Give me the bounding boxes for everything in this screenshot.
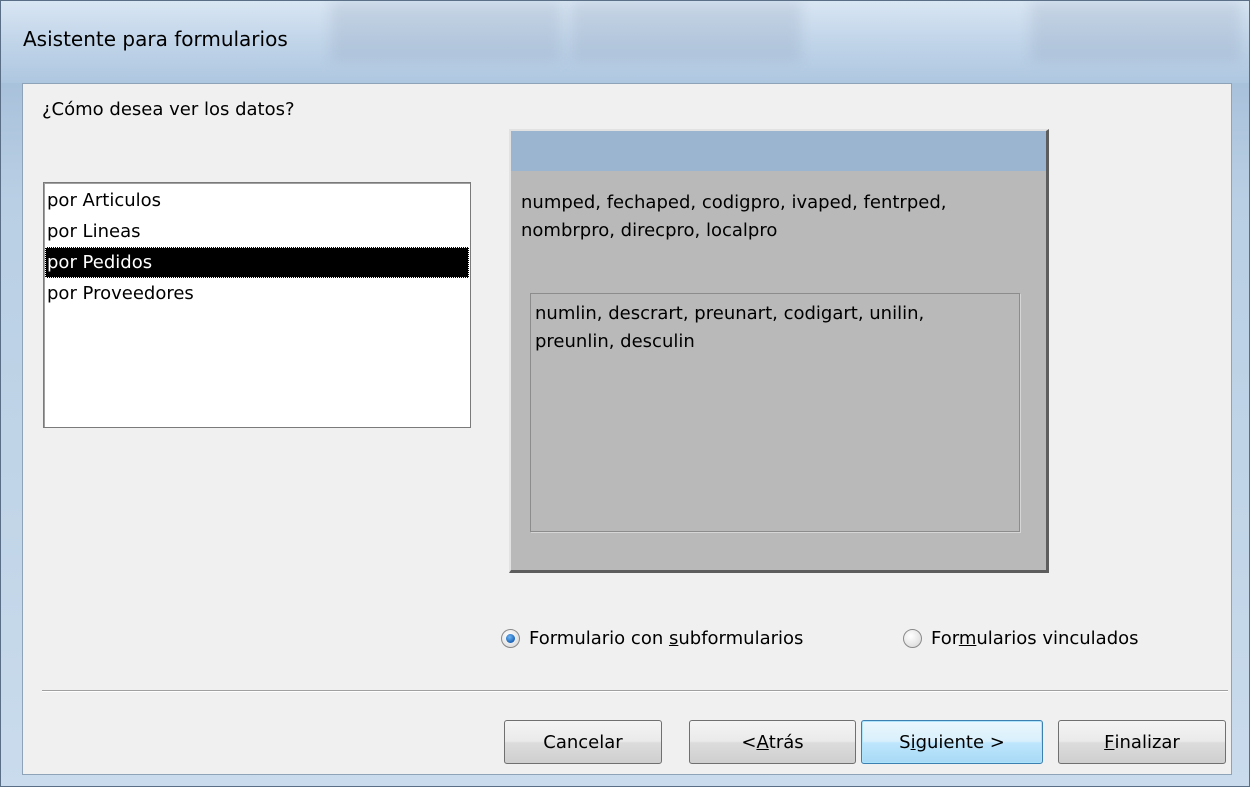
- list-item-por-articulos[interactable]: por Articulos: [45, 185, 469, 216]
- subform-fields: numlin, descrart, preunart, codigart, un…: [535, 303, 925, 352]
- subform-preview: numlin, descrart, preunart, codigart, un…: [530, 293, 1020, 532]
- question-label: ¿Cómo desea ver los datos?: [42, 99, 295, 120]
- subform-radio-label[interactable]: Formulario con subformularios: [529, 628, 803, 649]
- wizard-window: Asistente para formularios ¿Cómo desea v…: [0, 0, 1250, 787]
- back-button[interactable]: < Atrás: [689, 720, 856, 764]
- view-options-list[interactable]: por Articulos por Lineas por Pedidos por…: [43, 182, 471, 428]
- title-bar[interactable]: Asistente para formularios: [1, 1, 1249, 83]
- list-item-por-lineas[interactable]: por Lineas: [45, 216, 469, 247]
- background-blur: [331, 1, 561, 61]
- main-form-fields: numped, fechaped, codigpro, ivaped, fent…: [521, 192, 947, 241]
- list-item-por-pedidos[interactable]: por Pedidos: [45, 247, 469, 278]
- preview-header: [511, 131, 1046, 171]
- dialog-body: ¿Cómo desea ver los datos? por Articulos…: [22, 83, 1232, 775]
- list-item-por-proveedores[interactable]: por Proveedores: [45, 278, 469, 309]
- background-blur: [571, 1, 801, 61]
- background-blur: [1031, 1, 1241, 61]
- next-button[interactable]: Si guiente >: [861, 720, 1043, 764]
- linked-forms-radio[interactable]: [903, 628, 922, 648]
- subform-radio[interactable]: [501, 628, 520, 648]
- linked-forms-option[interactable]: Formularios vinculados: [903, 624, 1139, 652]
- window-title: Asistente para formularios: [23, 27, 288, 51]
- cancel-button[interactable]: Cancelar: [504, 720, 662, 764]
- finish-button[interactable]: Finalizar: [1058, 720, 1226, 764]
- linked-forms-radio-label[interactable]: Formularios vinculados: [931, 628, 1139, 649]
- subform-option[interactable]: Formulario con subformularios: [501, 624, 803, 652]
- separator-line: [42, 690, 1228, 692]
- form-preview: numped, fechaped, codigpro, ivaped, fent…: [509, 129, 1049, 573]
